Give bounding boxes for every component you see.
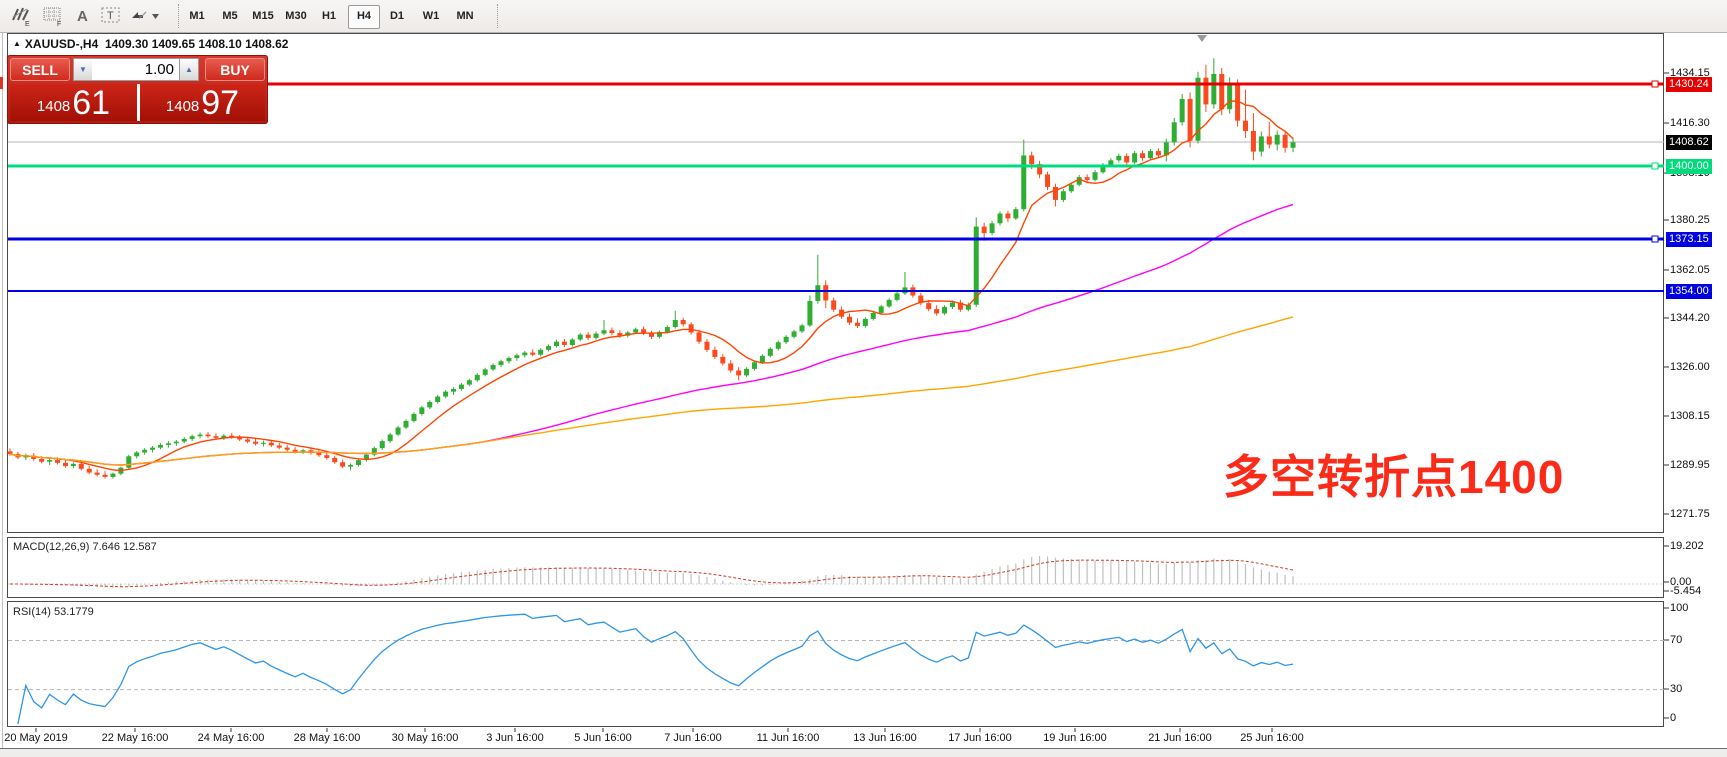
macd-axis-tick: 19.202 — [1670, 540, 1704, 552]
time-axis-label: 17 Jun 16:00 — [948, 732, 1012, 744]
arrow-tools-button[interactable] — [128, 4, 162, 28]
tf-m30[interactable]: M30 — [281, 5, 311, 27]
sell-price-big: 61 — [72, 88, 110, 118]
time-axis-label: 22 May 16:00 — [102, 732, 169, 744]
time-axis-label: 25 Jun 16:00 — [1240, 732, 1304, 744]
buy-price-small: 1408 — [166, 98, 199, 115]
tf-h4[interactable]: H4 — [348, 5, 380, 29]
price-level-badge: 1430.24 — [1666, 77, 1712, 92]
price-axis-tick: 1380.25 — [1670, 214, 1710, 226]
time-axis-label: 19 Jun 16:00 — [1043, 732, 1107, 744]
svg-text:E: E — [25, 21, 30, 28]
buy-price-button[interactable]: 1408 97 — [140, 84, 265, 121]
one-click-trading-panel: SELL ▼ ▲ BUY 1408 61 1408 97 — [7, 55, 268, 124]
rsi-label: RSI(14) 53.1779 — [13, 606, 94, 618]
rsi-axis-tick: 0 — [1670, 712, 1676, 724]
price-axis-tick: 1362.05 — [1670, 264, 1710, 276]
tf-m1[interactable]: M1 — [182, 5, 212, 27]
grid-button[interactable]: F — [40, 4, 66, 28]
macd-label: MACD(12,26,9) 7.646 12.587 — [13, 541, 157, 553]
macd-panel[interactable] — [7, 537, 1664, 598]
rsi-panel[interactable] — [7, 601, 1664, 727]
price-axis-tick: 1326.00 — [1670, 361, 1710, 373]
price-axis-tick: 1271.75 — [1670, 508, 1710, 520]
toolbar-separator — [497, 4, 498, 28]
toolbar: E F A T — [0, 0, 1727, 33]
macd-axis-tick: -5.454 — [1670, 585, 1701, 597]
volume-increase-button[interactable]: ▲ — [179, 58, 199, 81]
arrows-icon — [128, 4, 162, 28]
tf-mn[interactable]: MN — [450, 5, 480, 27]
volume-input[interactable] — [92, 58, 180, 81]
tf-w1[interactable]: W1 — [416, 5, 446, 27]
chart-annotation[interactable]: 多空转折点1400 — [1223, 441, 1564, 507]
chart-editor-icon: E — [9, 4, 33, 28]
grid-icon: F — [41, 4, 65, 28]
buy-button[interactable]: BUY — [205, 58, 265, 81]
time-axis-label: 21 Jun 16:00 — [1148, 732, 1212, 744]
volume-decrease-button[interactable]: ▼ — [73, 58, 93, 81]
symbol-label: XAUUSD-,H4 — [25, 37, 98, 51]
time-axis-label: 11 Jun 16:00 — [757, 732, 820, 744]
price-level-badge: 1354.00 — [1666, 284, 1712, 299]
rsi-axis-tick: 100 — [1670, 602, 1688, 614]
time-axis-label: 20 May 2019 — [4, 732, 68, 744]
time-axis-label: 13 Jun 16:00 — [853, 732, 917, 744]
tf-h1[interactable]: H1 — [314, 5, 344, 27]
svg-text:A: A — [77, 8, 88, 25]
time-axis-label: 3 Jun 16:00 — [486, 732, 544, 744]
price-axis-tick: 1416.30 — [1670, 117, 1710, 129]
text-box-button[interactable]: T — [98, 4, 124, 28]
svg-text:F: F — [57, 21, 61, 28]
price-level-badge: 1373.15 — [1666, 232, 1712, 247]
text-label-button[interactable]: A — [70, 4, 96, 28]
time-axis-label: 7 Jun 16:00 — [664, 732, 722, 744]
tf-d1[interactable]: D1 — [382, 5, 412, 27]
price-level-badge: 1400.00 — [1666, 159, 1712, 174]
price-axis-tick: 1308.15 — [1670, 410, 1710, 422]
toolbar-separator — [178, 4, 179, 28]
chart-title: ▲ XAUUSD-,H4 1409.30 1409.65 1408.10 1408… — [13, 37, 288, 51]
chart-editor-button[interactable]: E — [8, 4, 34, 28]
window-edge — [2, 33, 3, 748]
time-axis-label: 28 May 16:00 — [294, 732, 361, 744]
svg-text:T: T — [107, 10, 114, 22]
time-axis-label: 5 Jun 16:00 — [574, 732, 632, 744]
tf-m15[interactable]: M15 — [248, 5, 278, 27]
sell-button[interactable]: SELL — [10, 58, 70, 81]
sell-price-button[interactable]: 1408 61 — [10, 84, 137, 121]
time-axis-label: 24 May 16:00 — [198, 732, 265, 744]
sell-price-small: 1408 — [37, 98, 70, 115]
tf-m5[interactable]: M5 — [215, 5, 245, 27]
mt4-window: E F A T — [0, 0, 1727, 756]
edge-marker — [0, 77, 3, 89]
collapse-triangle-icon: ▲ — [13, 39, 21, 48]
current-price-badge: 1408.62 — [1666, 135, 1712, 150]
price-axis-tick: 1344.20 — [1670, 312, 1710, 324]
chart-shift-marker[interactable] — [1197, 35, 1207, 42]
time-axis-label: 30 May 16:00 — [392, 732, 459, 744]
ohlc-values: 1409.30 1409.65 1408.10 1408.62 — [105, 37, 289, 51]
rsi-axis-tick: 70 — [1670, 634, 1682, 646]
text-box-icon: T — [99, 4, 123, 28]
buy-price-big: 97 — [201, 88, 239, 118]
price-axis-tick: 1289.95 — [1670, 459, 1710, 471]
letter-a-icon: A — [71, 4, 95, 28]
rsi-axis-tick: 30 — [1670, 683, 1682, 695]
